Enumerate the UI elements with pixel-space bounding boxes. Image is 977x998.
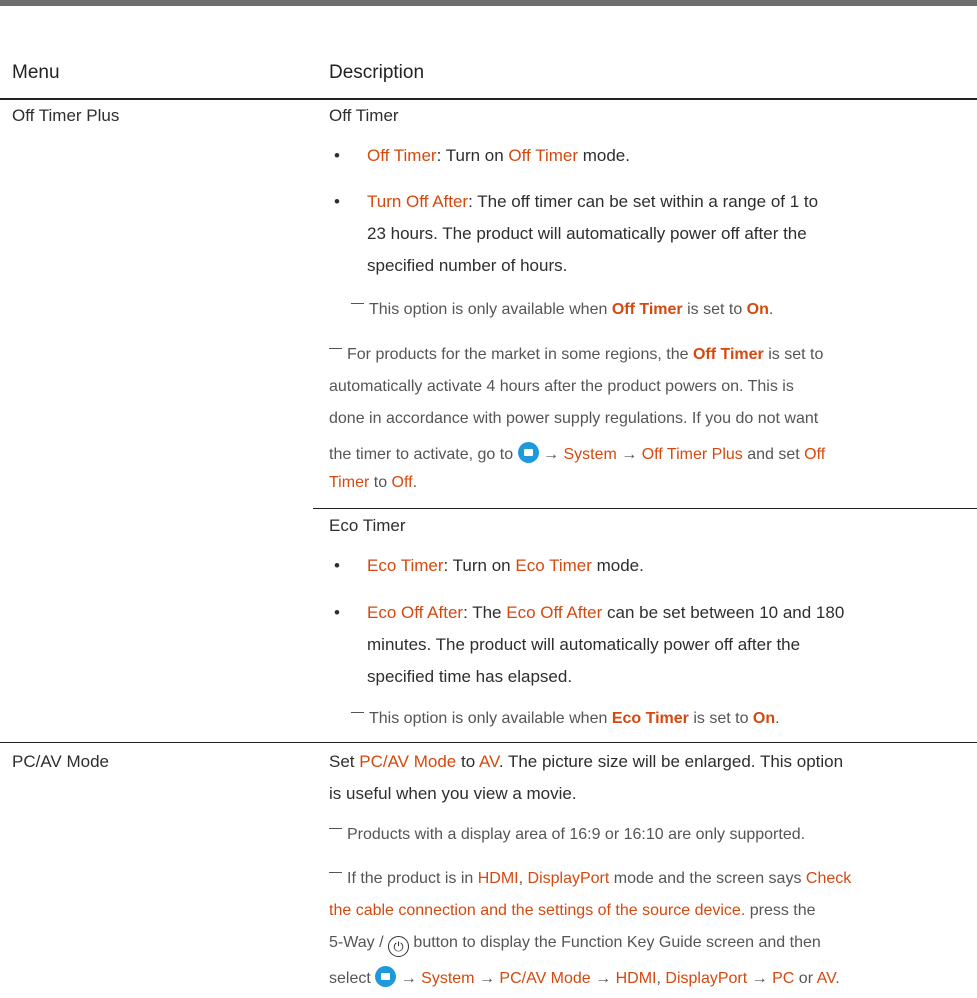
- note-regions-line4: the timer to activate, go to → System → …: [329, 442, 825, 464]
- row-divider: [0, 742, 977, 743]
- eco-off-after-bullet: Eco Off After: The Eco Off After can be …: [367, 603, 845, 622]
- eco-off-after-line3: specified time has elapsed.: [367, 667, 573, 686]
- menu-icon: [517, 442, 539, 463]
- power-icon: ⏻: [387, 936, 409, 957]
- note-regions-line2: automatically activate 4 hours after the…: [329, 378, 794, 395]
- eco-off-after-line2: minutes. The product will automatically …: [367, 635, 801, 654]
- bullet-dot: •: [334, 556, 340, 575]
- bullet-dot: •: [334, 603, 340, 622]
- bullet-dot: •: [334, 192, 340, 211]
- note-hdmi-line2: the cable connection and the settings of…: [329, 902, 816, 919]
- note-regions-line5: Timer to Off.: [329, 474, 418, 491]
- menu-off-timer-plus: Off Timer Plus: [12, 106, 120, 125]
- section-title-eco-timer: Eco Timer: [329, 516, 406, 535]
- section-title-off-timer: Off Timer: [329, 106, 399, 125]
- column-header-menu: Menu: [12, 62, 60, 83]
- note-hdmi-line3: 5-Way / ⏻ button to display the Function…: [329, 934, 821, 957]
- pcav-line1: Set PC/AV Mode to AV. The picture size w…: [329, 752, 844, 771]
- note-hdmi-line4: select → System → PC/AV Mode → HDMI, Dis…: [329, 966, 840, 988]
- column-header-description: Description: [329, 62, 425, 83]
- note-display-area: Products with a display area of 16:9 or …: [329, 826, 805, 844]
- header-rule: [0, 98, 977, 100]
- note-regions-line3: done in accordance with power supply reg…: [329, 410, 819, 427]
- menu-icon: [375, 966, 397, 987]
- note-regions-line1: For products for the market in some regi…: [329, 346, 823, 364]
- menu-pc-av-mode: PC/AV Mode: [12, 752, 110, 771]
- eco-timer-bullet: Eco Timer: Turn on Eco Timer mode.: [367, 556, 644, 575]
- section-divider: [313, 508, 977, 509]
- turn-off-after-line3: specified number of hours.: [367, 256, 568, 275]
- note-eco-timer-on: This option is only available when Eco T…: [351, 710, 780, 728]
- off-timer-bullet: Off Timer: Turn on Off Timer mode.: [367, 146, 630, 165]
- top-rule: [0, 0, 977, 6]
- bullet-dot: •: [334, 146, 340, 165]
- note-hdmi-line1: If the product is in HDMI, DisplayPort m…: [329, 870, 851, 888]
- turn-off-after-line2: 23 hours. The product will automatically…: [367, 224, 807, 243]
- note-off-timer-on: This option is only available when Off T…: [351, 301, 773, 319]
- pcav-line2: is useful when you view a movie.: [329, 784, 577, 803]
- turn-off-after-bullet: Turn Off After: The off timer can be set…: [367, 192, 819, 211]
